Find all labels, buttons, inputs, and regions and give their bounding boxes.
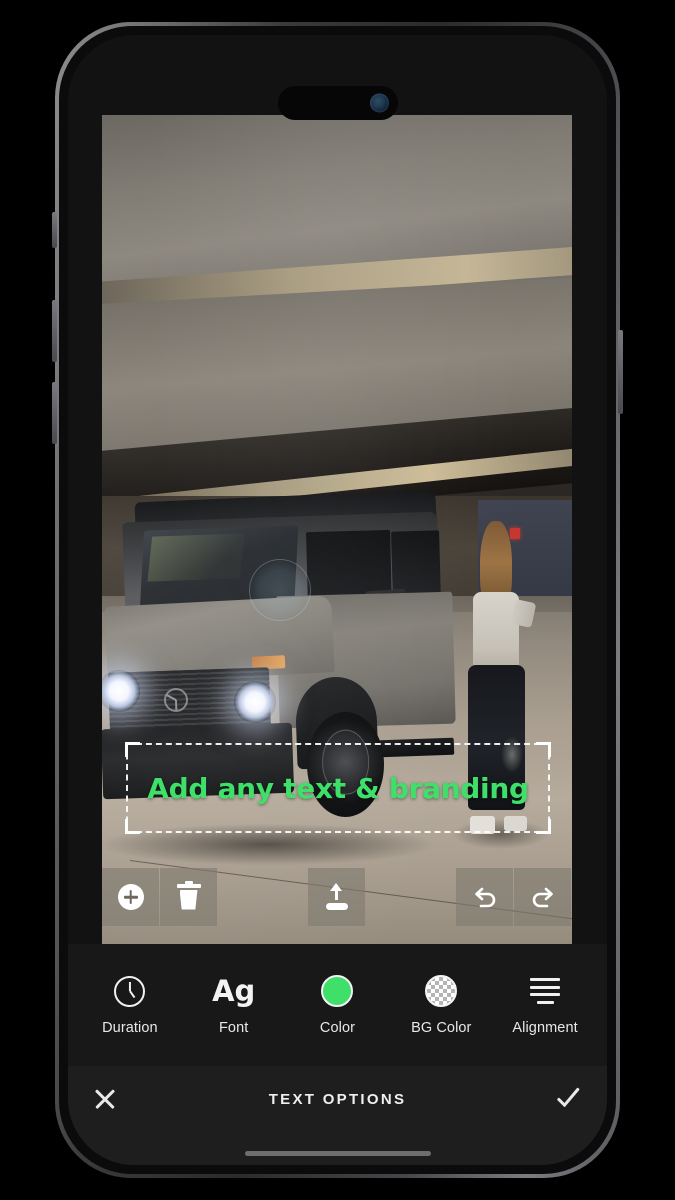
- headlight-right: [233, 680, 276, 723]
- undo-button[interactable]: [456, 868, 513, 926]
- redo-button[interactable]: [514, 868, 571, 926]
- resize-handle-top-left[interactable]: [125, 742, 140, 757]
- option-color[interactable]: Color: [291, 974, 383, 1036]
- redo-icon: [532, 887, 553, 908]
- trash-icon: [176, 880, 201, 911]
- phone-volume-up-button[interactable]: [52, 300, 57, 362]
- undo-icon: [474, 887, 495, 908]
- lens-flare: [248, 558, 311, 621]
- front-camera-lens-icon: [369, 93, 389, 113]
- resize-handle-bottom-left[interactable]: [125, 819, 140, 834]
- close-icon: [93, 1087, 117, 1111]
- option-alignment[interactable]: Alignment: [499, 974, 591, 1036]
- action-bar: TEXT OPTIONS: [68, 1066, 607, 1132]
- confirm-button[interactable]: [533, 1087, 607, 1111]
- color-swatch-icon: [321, 974, 354, 1008]
- option-color-label: Color: [319, 1020, 356, 1036]
- photo-canvas[interactable]: Add any text & branding: [102, 115, 572, 944]
- option-duration[interactable]: Duration: [84, 974, 176, 1036]
- option-duration-label: Duration: [102, 1020, 158, 1036]
- checkmark-icon: [557, 1087, 583, 1111]
- font-ag-glyph: Ag: [212, 973, 256, 1008]
- dynamic-island: [277, 86, 398, 120]
- text-selection-box[interactable]: Add any text & branding: [125, 742, 551, 834]
- resize-handle-top-right[interactable]: [536, 742, 551, 757]
- text-options-toolbar: Duration Ag Font Color BG Color Alignmen…: [68, 944, 607, 1066]
- export-icon: [324, 883, 350, 911]
- cancel-button[interactable]: [68, 1087, 142, 1111]
- option-alignment-label: Alignment: [512, 1020, 578, 1036]
- home-indicator[interactable]: [244, 1151, 431, 1156]
- overlay-text[interactable]: Add any text & branding: [147, 772, 529, 805]
- export-button[interactable]: [308, 868, 365, 926]
- screenshot-root: Add any text & branding Duration Ag Font…: [0, 0, 675, 1200]
- phone-screen: Add any text & branding Duration Ag Font…: [68, 35, 607, 1165]
- panel-title: TEXT OPTIONS: [268, 1090, 407, 1108]
- add-text-button[interactable]: [102, 868, 159, 926]
- option-bg-color[interactable]: BG Color: [395, 974, 487, 1036]
- phone-action-button[interactable]: [52, 212, 57, 248]
- phone-power-button[interactable]: [618, 330, 623, 414]
- resize-handle-bottom-right[interactable]: [536, 819, 551, 834]
- font-ag-icon: Ag: [212, 974, 255, 1008]
- plus-icon: [117, 884, 144, 910]
- floating-edit-toolbar: [102, 868, 572, 926]
- bottom-safe-area: [68, 1132, 607, 1165]
- phone-volume-down-button[interactable]: [52, 382, 57, 444]
- delete-button[interactable]: [160, 868, 217, 926]
- option-font[interactable]: Ag Font: [188, 974, 280, 1036]
- align-center-icon: [530, 974, 561, 1008]
- option-font-label: Font: [218, 1020, 249, 1036]
- transparent-checkerboard-icon: [425, 974, 458, 1008]
- option-bg-color-label: BG Color: [411, 1020, 472, 1036]
- clock-icon: [114, 974, 146, 1008]
